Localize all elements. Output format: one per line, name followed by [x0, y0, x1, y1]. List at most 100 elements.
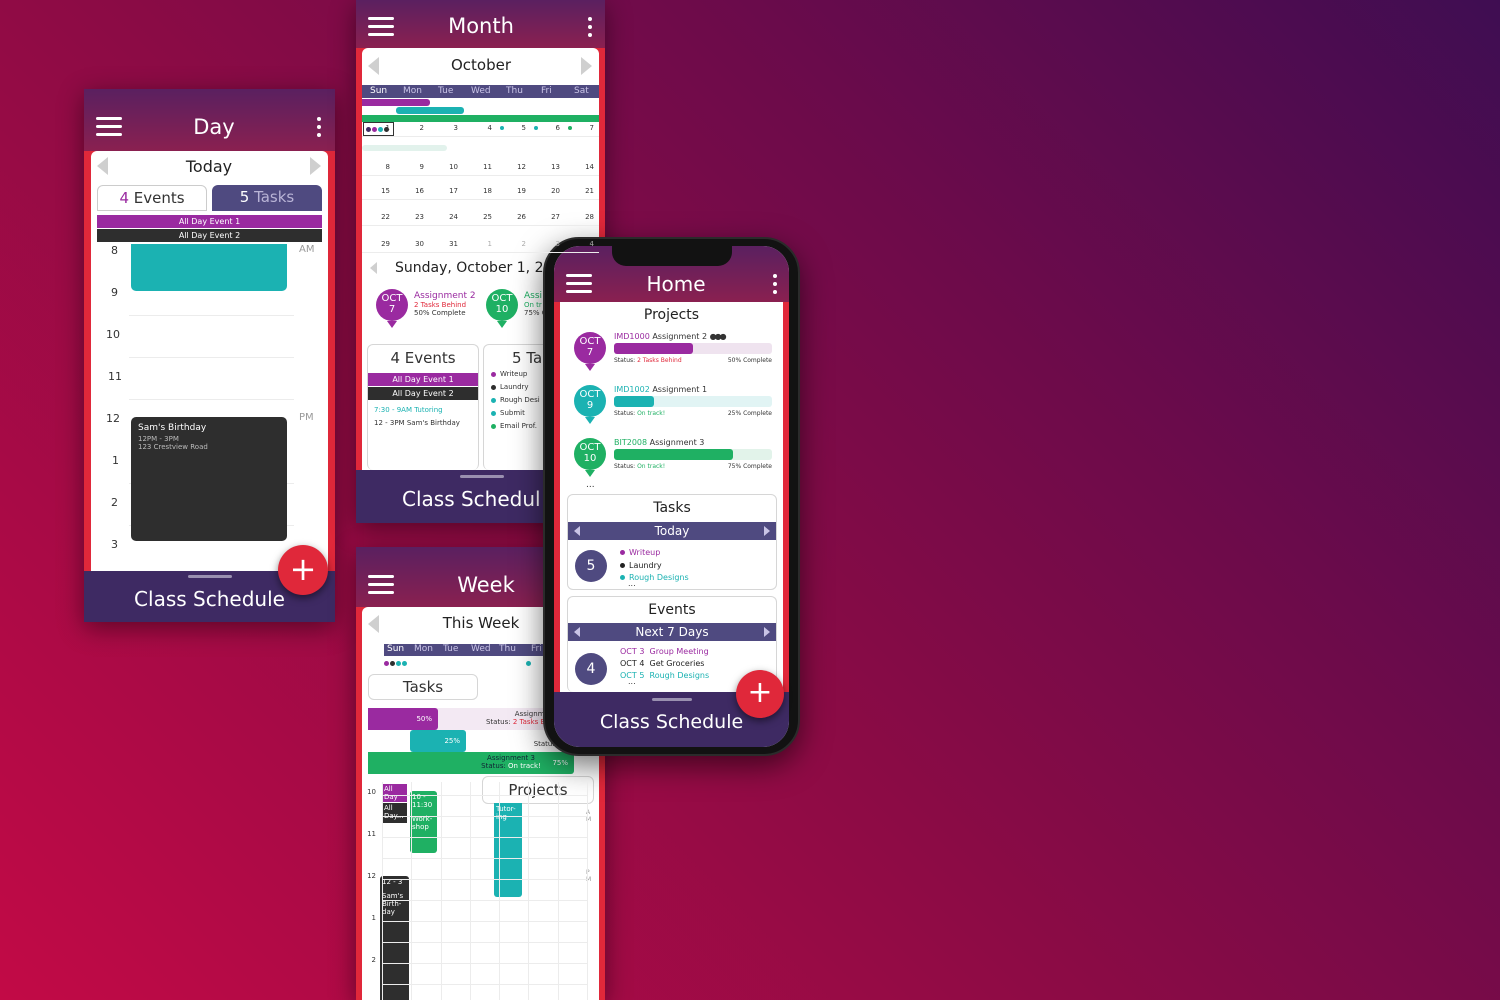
tab-events[interactable]: 4 Events [97, 185, 207, 211]
more-options-icon[interactable] [317, 117, 321, 137]
calendar-day[interactable]: 2 [510, 240, 526, 248]
calendar-day[interactable]: 14 [578, 163, 594, 171]
calendar-day[interactable]: 16 [408, 187, 424, 195]
project-date-pin[interactable]: OCT 10 [486, 289, 518, 328]
calendar-day[interactable]: 20 [544, 187, 560, 195]
event-item[interactable]: OCT 3 Group Meeting [620, 647, 709, 656]
more-options-icon[interactable] [588, 17, 592, 37]
next-day-arrow-icon[interactable] [764, 526, 770, 536]
all-day-event-1[interactable]: All Day Event 1 [368, 373, 478, 386]
calendar-day[interactable]: 30 [408, 240, 424, 248]
calendar-day[interactable]: 1 [374, 124, 390, 132]
calendar-day[interactable]: 4 [578, 240, 594, 248]
calendar-day[interactable]: 17 [442, 187, 458, 195]
calendar-day[interactable]: 21 [578, 187, 594, 195]
all-day-event-2[interactable]: All Day Event 2 [368, 387, 478, 400]
task-item[interactable]: Rough Desi [491, 396, 540, 404]
project-date-pin[interactable]: OCT 7 [574, 332, 606, 371]
footer-title[interactable]: Class Schedul [402, 487, 541, 511]
next-range-arrow-icon[interactable] [764, 627, 770, 637]
birthday-block[interactable]: 12 - 3 Sam's Birth-day [380, 876, 409, 1000]
task-item[interactable]: Laundry [620, 561, 662, 570]
calendar-day[interactable]: 2 [408, 124, 424, 132]
task-item[interactable]: Writeup [620, 548, 660, 557]
calendar-day[interactable]: 4 [476, 124, 492, 132]
next-month-arrow-icon[interactable] [581, 57, 592, 75]
events-panel[interactable]: 4 Events All Day Event 1 All Day Event 2… [367, 344, 479, 470]
calendar-day[interactable]: 25 [476, 213, 492, 221]
calendar-day[interactable]: 5 [510, 124, 526, 132]
tasks-tab[interactable]: Tasks [368, 674, 478, 700]
task-item[interactable]: Submit [491, 409, 525, 417]
drag-handle[interactable] [188, 575, 232, 578]
more-events[interactable]: ... [628, 677, 636, 686]
calendar-day[interactable]: 8 [374, 163, 390, 171]
calendar-day[interactable]: 3 [442, 124, 458, 132]
event-item[interactable]: 12 - 3PM Sam's Birthday [374, 419, 460, 427]
menu-icon[interactable] [368, 17, 394, 37]
menu-icon[interactable] [368, 575, 394, 595]
next-day-arrow-icon[interactable] [310, 157, 321, 175]
calendar-day[interactable]: 23 [408, 213, 424, 221]
project-row[interactable]: BIT2008 Assignment 3 Status: On track! 75… [614, 438, 772, 470]
add-button[interactable]: + [736, 670, 784, 718]
event-item[interactable]: OCT 4 Get Groceries [620, 659, 704, 668]
add-button[interactable]: + [278, 545, 328, 595]
prev-day-arrow-icon[interactable] [97, 157, 108, 175]
all-day-block[interactable]: All Day... [382, 803, 407, 823]
calendar-day[interactable]: 12 [510, 163, 526, 171]
all-day-event-1[interactable]: All Day Event 1 [97, 215, 322, 228]
calendar-day[interactable]: 3 [544, 240, 560, 248]
project-bar-teal[interactable]: 25% [410, 730, 466, 752]
birthday-event-block[interactable]: Sam's Birthday 12PM - 3PM 123 Crestview … [131, 417, 287, 541]
tasks-panel[interactable]: Tasks Today 5 Writeup Laundry Rough Desi… [567, 494, 777, 590]
prev-week-arrow-icon[interactable] [368, 615, 379, 633]
menu-icon[interactable] [96, 117, 122, 137]
calendar-day[interactable]: 11 [476, 163, 492, 171]
task-item[interactable]: Email Prof. [491, 422, 537, 430]
calendar-day[interactable]: 6 [544, 124, 560, 132]
drag-handle[interactable] [460, 475, 504, 478]
calendar-day[interactable]: 15 [374, 187, 390, 195]
calendar-day[interactable]: 18 [476, 187, 492, 195]
calendar-day[interactable]: 9 [408, 163, 424, 171]
event-item[interactable]: 7:30 - 9AM Tutoring [374, 406, 443, 414]
events-label: Events [404, 349, 456, 367]
calendar-day[interactable]: 29 [374, 240, 390, 248]
calendar-day[interactable]: 22 [374, 213, 390, 221]
calendar-day[interactable]: 27 [544, 213, 560, 221]
project-bar-purple[interactable]: 50% [368, 708, 438, 730]
grid-column-line [587, 782, 588, 1000]
project-row[interactable]: IMD1000 Assignment 2 ●●● Status: 2 Tasks… [614, 332, 772, 364]
project-row[interactable]: IMD1002 Assignment 1 Status: On track! 25… [614, 385, 772, 417]
calendar-day[interactable]: 13 [544, 163, 560, 171]
project-date-pin[interactable]: OCT 7 [376, 289, 408, 328]
more-options-icon[interactable] [773, 274, 777, 294]
tab-tasks[interactable]: 5 Tasks [212, 185, 322, 211]
project-date-pin[interactable]: OCT 9 [574, 385, 606, 424]
prev-month-arrow-icon[interactable] [368, 57, 379, 75]
more-tasks[interactable]: ... [628, 579, 636, 588]
task-item[interactable]: Writeup [491, 370, 527, 378]
calendar-day[interactable]: 10 [442, 163, 458, 171]
calendar-day[interactable]: 1 [476, 240, 492, 248]
calendar-day[interactable]: 28 [578, 213, 594, 221]
drag-handle[interactable] [652, 698, 692, 701]
project-summary[interactable]: Assignment 2 2 Tasks Behind 50% Complete [414, 291, 488, 317]
calendar-day[interactable]: 26 [510, 213, 526, 221]
calendar-day[interactable]: 24 [442, 213, 458, 221]
project-date-pin[interactable]: OCT 10 [574, 438, 606, 477]
more-projects[interactable]: ... [586, 480, 595, 490]
prev-date-arrow-icon[interactable] [370, 262, 377, 274]
workshop-block[interactable]: 10 - 11:30 Work-shop [410, 791, 437, 853]
all-day-block[interactable]: All Day [382, 784, 407, 802]
menu-icon[interactable] [566, 274, 592, 294]
event-block-teal[interactable] [131, 244, 287, 291]
calendar-day[interactable]: 19 [510, 187, 526, 195]
task-item[interactable]: Laundry [491, 383, 529, 391]
all-day-event-2[interactable]: All Day Event 2 [97, 229, 322, 242]
project-name: Assignment 2 [652, 332, 708, 341]
calendar-day[interactable]: 7 [578, 124, 594, 132]
calendar-day[interactable]: 31 [442, 240, 458, 248]
hour-label: 10 [106, 328, 120, 341]
